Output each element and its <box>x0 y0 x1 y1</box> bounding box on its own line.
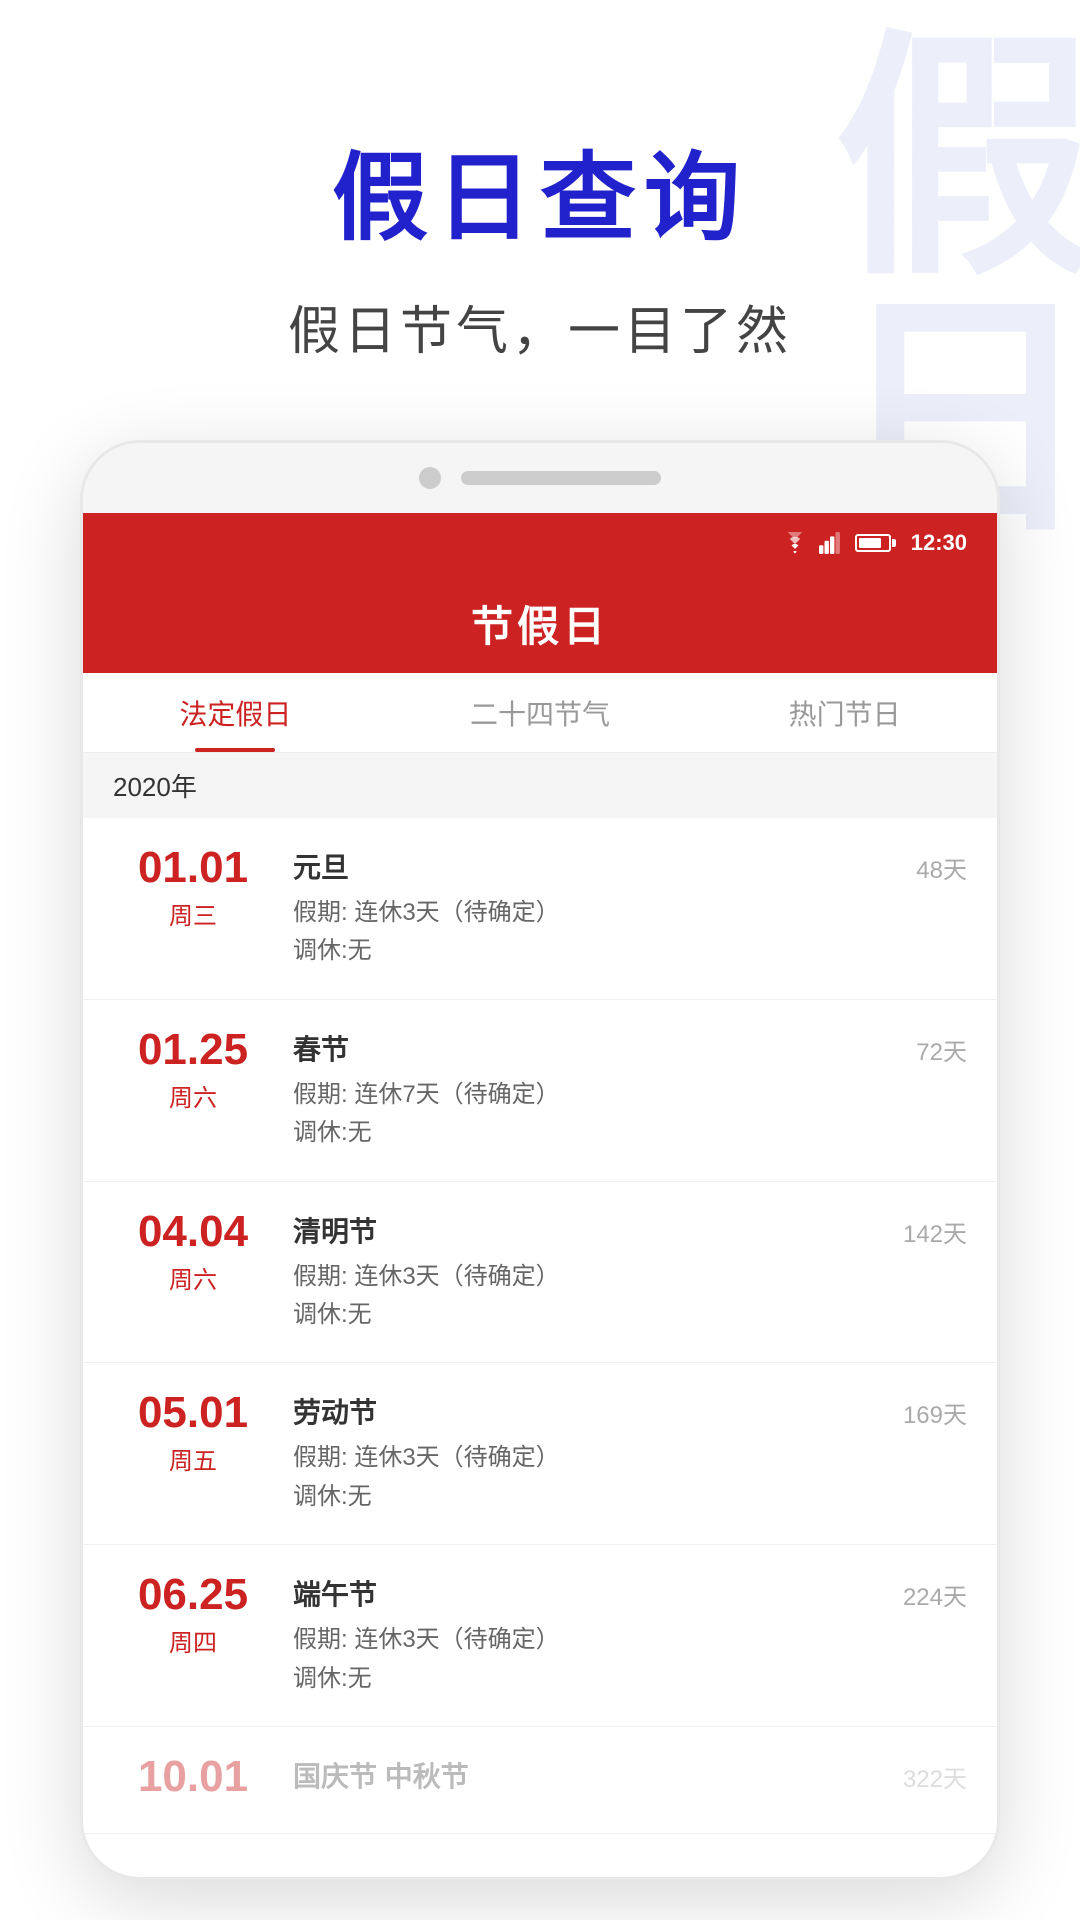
tab-popular-holidays[interactable]: 热门节日 <box>692 673 997 752</box>
holiday-detail: 假期: 连休3天（待确定）调休:无 <box>293 894 916 971</box>
holiday-item[interactable]: 04.04 周六清明节假期: 连休3天（待确定）调休:无142天 <box>83 1182 997 1364</box>
holiday-weekday: 周四 <box>113 1623 273 1658</box>
signal-icon <box>819 532 841 554</box>
holiday-item[interactable]: 06.25 周四端午节假期: 连休3天（待确定）调休:无224天 <box>83 1545 997 1727</box>
holiday-date-col: 04.04 周六 <box>113 1210 273 1295</box>
holiday-detail: 假期: 连休7天（待确定）调休:无 <box>293 1076 916 1153</box>
holiday-name: 元旦 <box>293 846 916 886</box>
holiday-info: 劳动节假期: 连休3天（待确定）调休:无 <box>273 1391 903 1516</box>
holiday-item[interactable]: 01.25 周六春节假期: 连休7天（待确定）调休:无72天 <box>83 1000 997 1182</box>
battery-icon <box>855 534 891 552</box>
holiday-date-number: 04.04 <box>113 1210 273 1254</box>
holiday-days-count: 72天 <box>916 1028 967 1067</box>
holiday-detail: 假期: 连休3天（待确定）调休:无 <box>293 1439 903 1516</box>
notch-bar <box>461 471 661 485</box>
phone-mockup: 12:30 节假日 法定假日 二十四节气 热门节日 2020年 01.01 周三元… <box>80 440 1000 1880</box>
holiday-info: 元旦假期: 连休3天（待确定）调休:无 <box>273 846 916 971</box>
tab-legal-holidays[interactable]: 法定假日 <box>83 673 388 752</box>
holiday-date-col: 01.25 周六 <box>113 1028 273 1113</box>
holiday-days-count: 142天 <box>903 1210 967 1249</box>
holiday-item[interactable]: 10.01 国庆节 中秋节322天 <box>83 1727 997 1834</box>
holiday-detail: 假期: 连休3天（待确定）调休:无 <box>293 1258 903 1335</box>
holiday-info: 清明节假期: 连休3天（待确定）调休:无 <box>273 1210 903 1335</box>
holiday-date-col: 05.01 周五 <box>113 1391 273 1476</box>
hero-subtitle: 假日节气，一目了然 <box>0 289 1080 364</box>
holiday-date-number: 01.01 <box>113 846 273 890</box>
battery-fill <box>859 538 881 548</box>
holiday-info: 端午节假期: 连休3天（待确定）调休:无 <box>273 1573 903 1698</box>
tabs-container: 法定假日 二十四节气 热门节日 <box>83 673 997 753</box>
holiday-name: 端午节 <box>293 1573 903 1613</box>
holiday-date-col: 06.25 周四 <box>113 1573 273 1658</box>
status-bar: 12:30 <box>83 513 997 573</box>
holiday-info: 国庆节 中秋节 <box>273 1755 903 1803</box>
holiday-list: 01.01周三元旦假期: 连休3天（待确定）调休:无48天01.25周六春节假期… <box>83 818 997 1834</box>
holiday-weekday: 周五 <box>113 1441 273 1476</box>
status-icons <box>781 532 891 554</box>
tab-solar-terms[interactable]: 二十四节气 <box>388 673 693 752</box>
holiday-item[interactable]: 01.01 周三元旦假期: 连休3天（待确定）调休:无48天 <box>83 818 997 1000</box>
app-header-title: 节假日 <box>471 593 609 654</box>
holiday-days-count: 224天 <box>903 1573 967 1612</box>
holiday-name: 清明节 <box>293 1210 903 1250</box>
hero-title: 假日查询 <box>0 120 1080 259</box>
holiday-info: 春节假期: 连休7天（待确定）调休:无 <box>273 1028 916 1153</box>
holiday-date-col: 01.01 周三 <box>113 846 273 931</box>
holiday-detail: 假期: 连休3天（待确定）调休:无 <box>293 1621 903 1698</box>
holiday-name: 春节 <box>293 1028 916 1068</box>
holiday-name: 国庆节 中秋节 <box>293 1755 903 1795</box>
holiday-days-count: 48天 <box>916 846 967 885</box>
holiday-date-number: 01.25 <box>113 1028 273 1072</box>
holiday-weekday: 周六 <box>113 1078 273 1113</box>
holiday-date-number: 06.25 <box>113 1573 273 1617</box>
holiday-date-number: 05.01 <box>113 1391 273 1435</box>
notch-area <box>83 443 997 513</box>
year-header: 2020年 <box>83 753 997 818</box>
holiday-weekday: 周六 <box>113 1260 273 1295</box>
holiday-item[interactable]: 05.01 周五劳动节假期: 连休3天（待确定）调休:无169天 <box>83 1363 997 1545</box>
wifi-icon <box>781 532 809 554</box>
app-header: 节假日 <box>83 573 997 673</box>
holiday-date-col: 10.01 <box>113 1755 273 1805</box>
notch-dot <box>419 467 441 489</box>
holiday-weekday: 周三 <box>113 896 273 931</box>
holiday-date-number: 10.01 <box>113 1755 273 1799</box>
holiday-name: 劳动节 <box>293 1391 903 1431</box>
status-time: 12:30 <box>911 530 967 556</box>
holiday-days-count: 169天 <box>903 1391 967 1430</box>
holiday-days-count: 322天 <box>903 1755 967 1794</box>
hero-section: 假日查询 假日节气，一目了然 <box>0 0 1080 364</box>
